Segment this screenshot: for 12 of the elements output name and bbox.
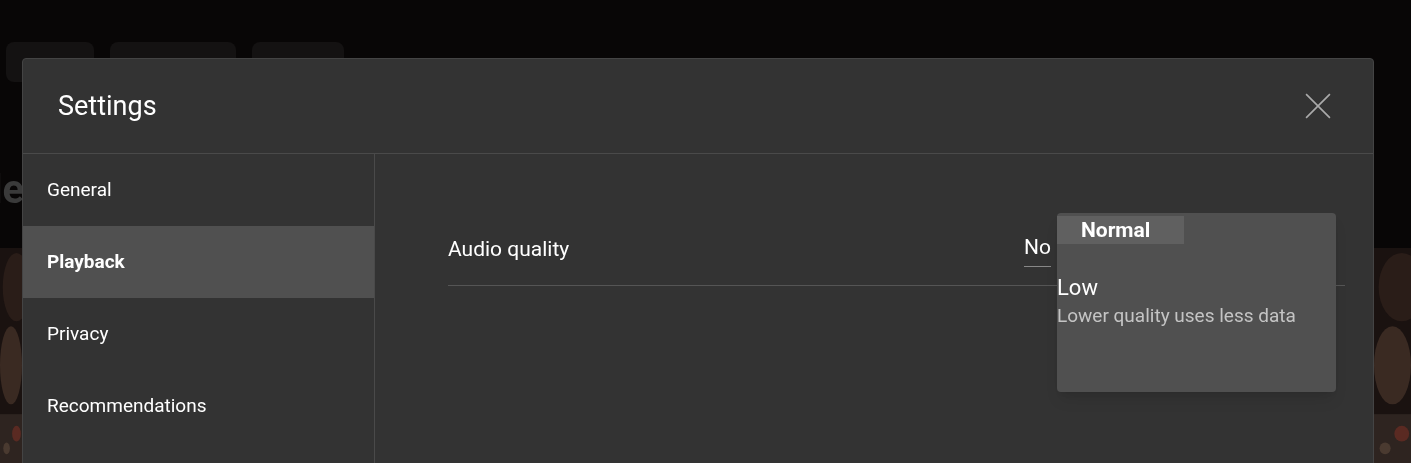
setting-label: Audio quality xyxy=(448,235,570,263)
sidebar-item[interactable]: Privacy xyxy=(23,298,374,370)
menu-option[interactable]: Low Lower quality uses less data xyxy=(1057,274,1336,330)
option-description: Lower quality uses less data xyxy=(1057,303,1297,329)
close-icon[interactable] xyxy=(1305,93,1331,119)
menu-option[interactable]: Normal xyxy=(1057,216,1184,244)
sidebar-item[interactable]: Playback xyxy=(23,226,374,298)
dialog-title: Settings xyxy=(58,88,157,124)
option-label: Low xyxy=(1057,274,1099,302)
select-field[interactable]: No xyxy=(1024,232,1051,267)
sidebar-item[interactable]: Recommendations xyxy=(23,370,374,442)
sidebar-item[interactable]: General xyxy=(23,154,374,226)
